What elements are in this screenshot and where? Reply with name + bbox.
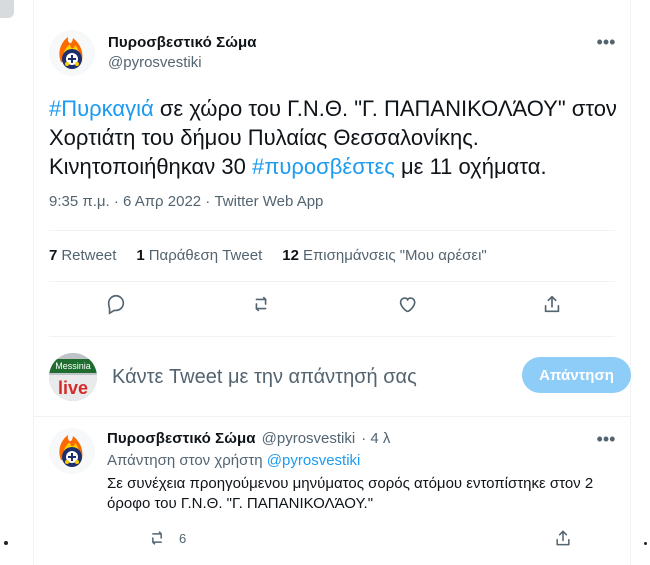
likes-label: Επισημάνσεις "Μου αρέσει" [302, 247, 487, 264]
more-icon[interactable]: ••• [595, 428, 617, 450]
like-icon[interactable] [395, 292, 419, 316]
reply-time[interactable]: · 4 λ [361, 430, 390, 447]
reply-share[interactable] [551, 526, 575, 550]
tweet-text: #Πυρκαγιά σε χώρο του Γ.Ν.Θ. "Γ. ΠΑΠΑΝΙΚ… [49, 94, 624, 181]
edge-dot-right [644, 542, 647, 545]
tweet-text-part: με 11 οχήματα. [394, 154, 547, 179]
author-name[interactable]: Πυροσβεστικό Σώμα [108, 34, 257, 51]
author-handle[interactable]: @pyrosvestiki [108, 54, 257, 71]
retweets-stat[interactable]: 7 Retweet [49, 247, 116, 264]
divider [34, 416, 630, 417]
reply-icon[interactable] [104, 292, 128, 316]
fire-service-logo [49, 30, 95, 76]
reply-button[interactable]: Απάντηση [522, 357, 631, 393]
retweet-icon [145, 526, 169, 550]
messinia-live-logo: Messinia live [49, 353, 97, 401]
reply-to-prefix: Απάντηση στον χρήστη [107, 452, 267, 469]
reply-header: Πυροσβεστικό Σώμα @pyrosvestiki · 4 λ [107, 430, 390, 447]
quotes-stat[interactable]: 1 Παράθεση Tweet [136, 247, 262, 264]
edge-artifact [0, 0, 14, 18]
reply-compose: Messinia live Κάντε Tweet με την απάντησ… [49, 345, 631, 401]
divider [49, 336, 615, 337]
page: Πυροσβεστικό Σώμα @pyrosvestiki ••• #Πυρ… [0, 0, 650, 565]
user-avatar[interactable]: Messinia live [49, 353, 97, 401]
share-icon [551, 526, 575, 550]
svg-text:live: live [58, 378, 88, 398]
divider [49, 230, 615, 231]
retweets-label: Retweet [61, 247, 117, 264]
divider [49, 281, 615, 282]
quotes-count: 1 [136, 247, 145, 264]
reply-input-placeholder[interactable]: Κάντε Tweet με την απάντησή σας [112, 366, 417, 389]
reply-tweet[interactable]: Πυροσβεστικό Σώμα @pyrosvestiki · 4 λ ••… [49, 420, 615, 565]
quotes-label: Παράθεση Tweet [148, 247, 263, 264]
reply-author-avatar[interactable] [49, 428, 95, 474]
retweet-icon[interactable] [249, 292, 273, 316]
tweet-actions [104, 292, 564, 316]
hashtag-link[interactable]: #Πυρκαγιά [49, 96, 154, 121]
reply-retweet-count: 6 [179, 530, 187, 546]
svg-text:Messinia: Messinia [55, 361, 91, 371]
share-icon[interactable] [540, 292, 564, 316]
reply-author-name[interactable]: Πυροσβεστικό Σώμα [107, 430, 256, 447]
author-block: Πυροσβεστικό Σώμα @pyrosvestiki [108, 34, 257, 71]
reply-text: Σε συνέχεια προηγούμενου μηνύματος σορός… [107, 475, 594, 512]
hashtag-link[interactable]: #πυροσβέστες [252, 154, 395, 179]
edge-dot [4, 541, 8, 545]
author-avatar[interactable] [49, 30, 95, 76]
timeline-column: Πυροσβεστικό Σώμα @pyrosvestiki ••• #Πυρ… [33, 0, 631, 565]
fire-service-logo [49, 428, 95, 474]
reply-author-handle[interactable]: @pyrosvestiki [262, 430, 356, 447]
tweet-stats: 7 Retweet 1 Παράθεση Tweet 12 Επισημάνσεις … [49, 247, 487, 264]
reply-retweet[interactable]: 6 [145, 526, 186, 550]
more-icon[interactable]: ••• [595, 31, 617, 53]
tweet-meta[interactable]: 9:35 π.μ. · 6 Απρ 2022 · Twitter Web App [49, 193, 323, 210]
reply-to-handle[interactable]: @pyrosvestiki [267, 452, 361, 469]
likes-count: 12 [282, 247, 299, 264]
reply-actions: 6 [145, 526, 575, 550]
reply-to: Απάντηση στον χρήστη @pyrosvestiki [107, 452, 360, 469]
retweets-count: 7 [49, 247, 58, 264]
likes-stat[interactable]: 12 Επισημάνσεις "Μου αρέσει" [282, 247, 487, 264]
